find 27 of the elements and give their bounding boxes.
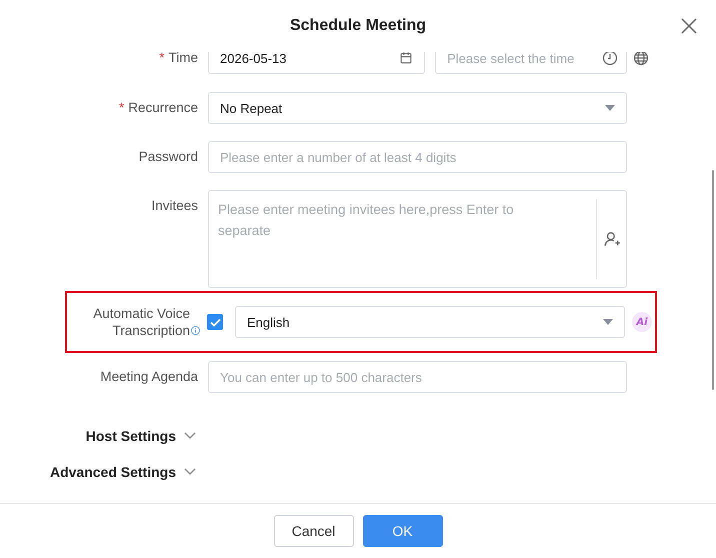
section-toggle[interactable]: Advanced Settings xyxy=(50,464,196,480)
chevron-icon xyxy=(184,468,196,476)
date-field[interactable]: 2026-05-13 xyxy=(208,52,426,74)
section-toggle[interactable]: Host Settings xyxy=(86,428,196,444)
clock-icon xyxy=(602,52,618,66)
checkbox[interactable] xyxy=(207,314,223,330)
caret-icon xyxy=(603,319,613,325)
check-icon xyxy=(210,318,220,326)
language-select[interactable]: English xyxy=(235,306,625,338)
cancel-button[interactable]: Cancel xyxy=(274,515,354,547)
field-label: * Time xyxy=(158,52,199,67)
field-label: Automatic Voice Transcription xyxy=(92,305,190,339)
field-label: Password xyxy=(138,148,199,166)
scrollbar[interactable] xyxy=(712,170,714,390)
add-person-icon xyxy=(602,230,620,248)
calendar-icon xyxy=(399,52,414,65)
chevron-icon xyxy=(184,432,196,440)
globe-icon xyxy=(633,52,649,66)
field-label: * Recurrence xyxy=(118,99,199,117)
ai-badge: Ai xyxy=(632,312,652,332)
close-button[interactable] xyxy=(680,17,698,35)
caret-icon xyxy=(605,105,615,111)
info-icon xyxy=(191,324,200,337)
dialog-title: Schedule Meeting xyxy=(290,17,426,35)
recurrence-select[interactable]: No Repeat xyxy=(208,92,627,124)
field-label: Meeting Agenda xyxy=(99,368,199,386)
field-label: Invitees xyxy=(150,197,199,215)
